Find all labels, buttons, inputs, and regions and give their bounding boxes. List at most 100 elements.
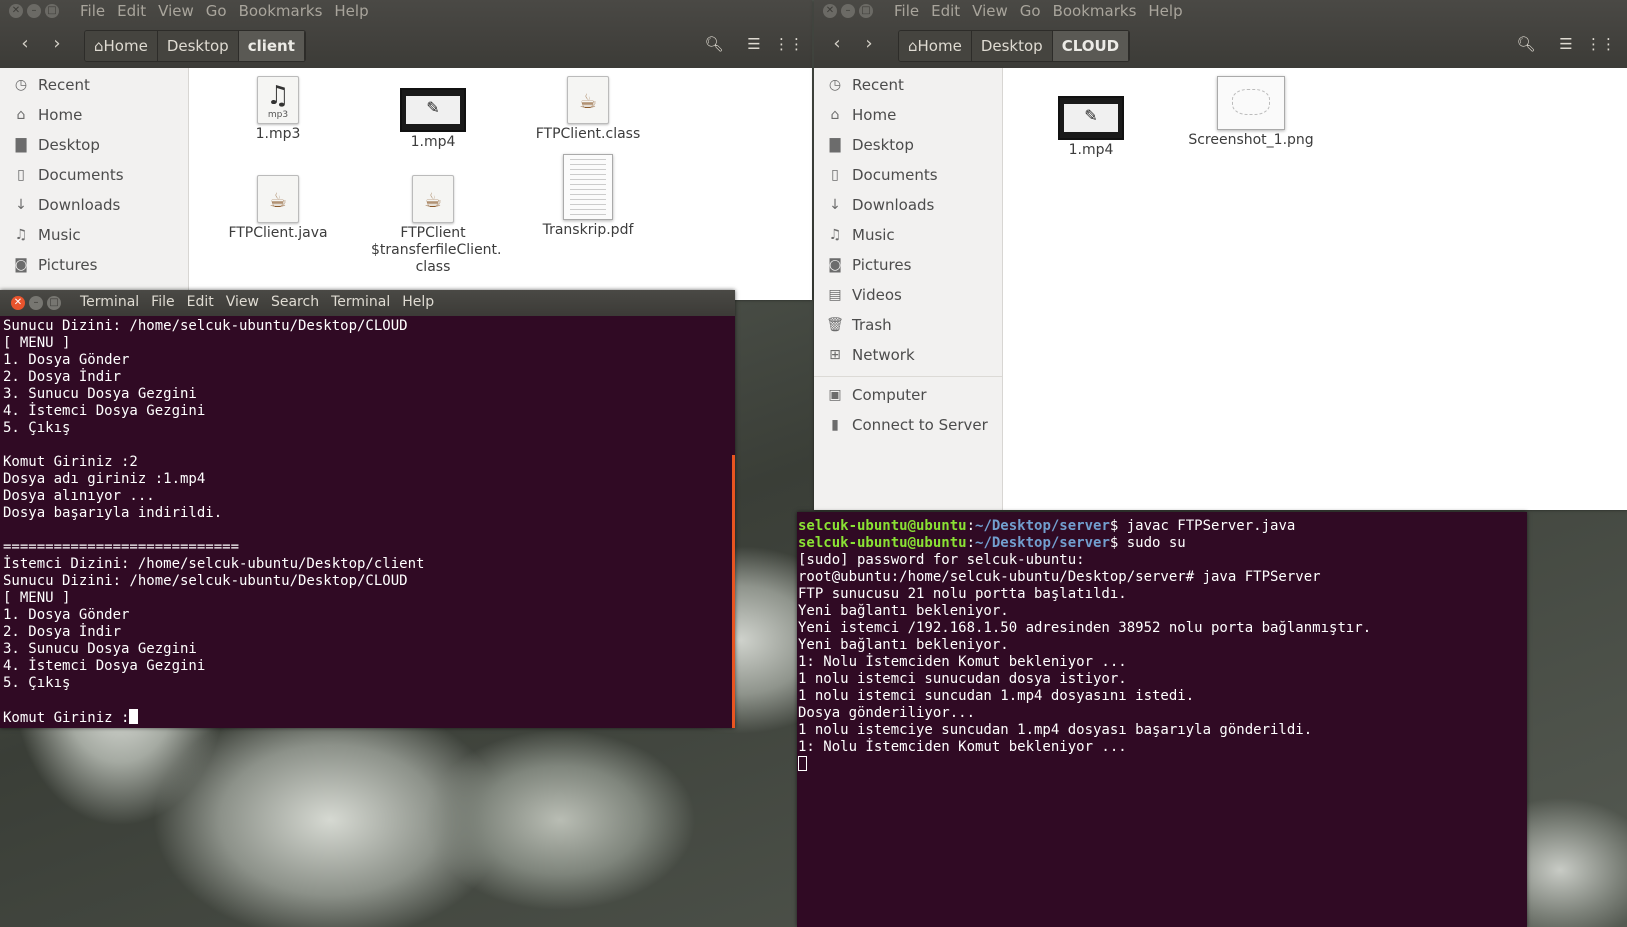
terminal-command-line: selcuk-ubuntu@ubuntu:~/Desktop/server$ s… (798, 535, 1186, 551)
pdf-file-icon (563, 154, 613, 220)
minimize-icon[interactable]: – (27, 4, 41, 18)
server-terminal-output[interactable]: selcuk-ubuntu@ubuntu:~/Desktop/server$ j… (798, 518, 1523, 773)
sidebar-item-videos[interactable]: ▤ Videos (814, 282, 1002, 308)
back-icon[interactable]: ‹ (824, 30, 850, 58)
terminal-line: Sunucu Dizini: /home/selcuk-ubuntu/Deskt… (3, 318, 408, 334)
file-name: FTPClient $transferfileClient. class (371, 225, 502, 275)
terminal-line: [ MENU ] (3, 335, 71, 351)
close-icon[interactable]: ✕ (9, 4, 23, 18)
forward-icon[interactable]: › (44, 30, 70, 58)
trash-icon: 🗑︎ (826, 317, 844, 333)
menu-view[interactable]: View (158, 2, 194, 20)
sidebar-item-network[interactable]: ⊞ Network (814, 342, 1002, 368)
terminal-command-line: selcuk-ubuntu@ubuntu:~/Desktop/server$ j… (798, 518, 1296, 534)
menu-file[interactable]: File (151, 294, 174, 310)
file-item-mp3[interactable]: ♫ mp3 1.mp3 (218, 76, 338, 143)
sidebar-item-computer[interactable]: ▣ Computer (814, 382, 1002, 408)
search-icon[interactable]: 🔍︎ (700, 30, 728, 58)
terminal-line: 1 nolu istemci suncudan 1.mp4 dosyasını … (798, 688, 1195, 704)
menu-search[interactable]: Search (271, 294, 319, 310)
crumb-home-label: Home (103, 37, 148, 55)
terminal-line: 5. Çıkış (3, 675, 71, 691)
sidebar-item-recent[interactable]: ◷ Recent (0, 72, 188, 98)
client-terminal-output[interactable]: Sunucu Dizini: /home/selcuk-ubuntu/Deskt… (3, 318, 731, 726)
video-file-icon: ✎ (400, 88, 466, 132)
maximize-icon[interactable]: □ (45, 4, 59, 18)
sidebar-item-desktop[interactable]: ▇ Desktop (0, 132, 188, 158)
file-item-mp4[interactable]: ✎ 1.mp4 (1031, 92, 1151, 159)
minimize-icon[interactable]: – (841, 4, 855, 18)
sidebar-item-downloads[interactable]: ↓ Downloads (0, 192, 188, 218)
terminal-line: [ MENU ] (3, 590, 71, 606)
menu-edit[interactable]: Edit (187, 294, 214, 310)
menu-bookmarks[interactable]: Bookmarks (1053, 2, 1137, 20)
audio-file-icon: ♫ mp3 (257, 76, 299, 124)
terminal-line: 2. Dosya İndir (3, 369, 122, 385)
sidebar-item-documents[interactable]: ▯ Documents (814, 162, 1002, 188)
list-view-icon[interactable]: ☰ (1552, 30, 1580, 58)
crumb-cloud[interactable]: CLOUD (1052, 31, 1130, 61)
grid-view-icon[interactable]: ⋮⋮ (774, 30, 804, 58)
prompt-path: ~/Desktop/server (975, 535, 1110, 551)
terminal-line: 1 nolu istemci sunucudan dosya istiyor. (798, 671, 1127, 687)
terminal-line: 1 nolu istemciye suncudan 1.mp4 dosyası … (798, 722, 1313, 738)
crumb-desktop[interactable]: Desktop (157, 31, 239, 61)
crumb-home[interactable]: ⌂Home (899, 31, 972, 61)
sidebar-item-recent[interactable]: ◷ Recent (814, 72, 1002, 98)
file-item-ftpclient-java[interactable]: ☕︎ FTPClient.java (218, 175, 338, 242)
menu-view[interactable]: View (226, 294, 259, 310)
menu-help[interactable]: Help (1148, 2, 1182, 20)
file-item-mp4[interactable]: ✎ 1.mp4 (373, 84, 493, 151)
file-item-ftpclient-class[interactable]: ☕︎ FTPClient.class (528, 76, 648, 143)
crumb-client[interactable]: client (238, 31, 305, 61)
grid-view-icon[interactable]: ⋮⋮ (1586, 30, 1616, 58)
menu-file[interactable]: File (894, 2, 919, 20)
file-item-pdf[interactable]: Transkrip.pdf (528, 154, 648, 239)
sidebar-item-connect-to-server[interactable]: ▮ Connect to Server (814, 412, 1002, 438)
forward-icon[interactable]: › (856, 30, 882, 58)
list-view-icon[interactable]: ☰ (740, 30, 768, 58)
maximize-icon[interactable]: □ (47, 296, 61, 310)
home-icon: ⌂ (830, 107, 840, 123)
close-icon[interactable]: ✕ (11, 296, 25, 310)
sidebar-item-downloads[interactable]: ↓ Downloads (814, 192, 1002, 218)
file-item-screenshot-png[interactable]: Screenshot_1.png (1171, 76, 1331, 149)
menu-terminal[interactable]: Terminal (331, 294, 390, 310)
sidebar: ◷ Recent ⌂ Home ▇ Desktop ▯ Documents ↓ Downl… (0, 68, 189, 300)
menu-help[interactable]: Help (334, 2, 368, 20)
video-file-icon: ✎ (1058, 96, 1124, 140)
sidebar-item-music[interactable]: ♫ Music (814, 222, 1002, 248)
sidebar-item-pictures[interactable]: ◙ Pictures (814, 252, 1002, 278)
scrollbar[interactable] (732, 455, 735, 728)
close-icon[interactable]: ✕ (823, 4, 837, 18)
maximize-icon[interactable]: □ (859, 4, 873, 18)
menu-edit[interactable]: Edit (931, 2, 960, 20)
minimize-icon[interactable]: – (29, 296, 43, 310)
crumb-desktop[interactable]: Desktop (971, 31, 1053, 61)
file-item-transferfileclient-class[interactable]: ☕︎ FTPClient $transferfileClient. class (371, 175, 502, 276)
file-manager-cloud-window: ✕ – □ File Edit View Go Bookmarks Help ‹ › ⌂H… (814, 0, 1627, 510)
menu-help[interactable]: Help (402, 294, 434, 310)
sidebar-item-trash[interactable]: 🗑︎ Trash (814, 312, 1002, 338)
sidebar-item-desktop[interactable]: ▇ Desktop (814, 132, 1002, 158)
menu-go[interactable]: Go (206, 2, 227, 20)
sidebar-item-label: Videos (852, 286, 902, 304)
home-icon: ⌂ (908, 37, 918, 55)
search-icon[interactable]: 🔍︎ (1512, 30, 1540, 58)
terminal-prompt-line: Komut Giriniz : (3, 709, 731, 726)
terminal-titlebar: ✕ – □ Terminal File Edit View Search Terminal… (0, 290, 735, 316)
sidebar-item-music[interactable]: ♫ Music (0, 222, 188, 248)
sidebar-item-documents[interactable]: ▯ Documents (0, 162, 188, 188)
crumb-home[interactable]: ⌂Home (85, 31, 158, 61)
menu-file[interactable]: File (80, 2, 105, 20)
back-icon[interactable]: ‹ (12, 30, 38, 58)
sidebar-item-home[interactable]: ⌂ Home (0, 102, 188, 128)
home-icon: ⌂ (94, 37, 104, 55)
sidebar-item-home[interactable]: ⌂ Home (814, 102, 1002, 128)
menu-view[interactable]: View (972, 2, 1008, 20)
menu-bookmarks[interactable]: Bookmarks (239, 2, 323, 20)
menu-go[interactable]: Go (1020, 2, 1041, 20)
menu-edit[interactable]: Edit (117, 2, 146, 20)
sidebar-item-pictures[interactable]: ◙ Pictures (0, 252, 188, 278)
